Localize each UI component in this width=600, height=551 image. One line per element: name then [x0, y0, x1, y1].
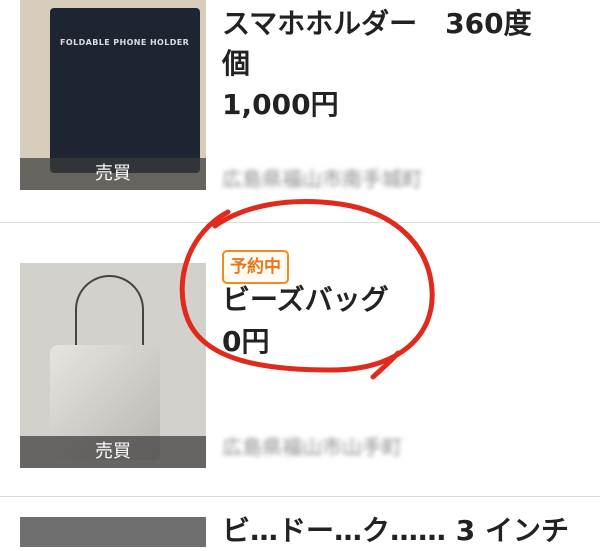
listing-price: 1,000円 — [222, 88, 339, 121]
listing-location: 広島県福山市山手町 — [222, 435, 402, 459]
listing-title[interactable]: ビーズバッグ — [222, 280, 389, 320]
listing-image[interactable] — [20, 517, 206, 547]
listing-title-continued[interactable]: 個 — [222, 44, 250, 84]
sale-type-tag: 売買 — [20, 158, 206, 190]
listing-price: 0円 — [222, 325, 270, 358]
listing-item-2[interactable]: 売買 予約中 ビーズバッグ 0円 広島県福山市山手町 — [0, 223, 600, 496]
listing-image[interactable]: FOLDABLE PHONE HOLDER 売買 — [20, 0, 206, 190]
listing-item-1[interactable]: FOLDABLE PHONE HOLDER 売買 スマホホルダー 360度 個 … — [0, 0, 600, 222]
listing-image[interactable]: 売買 — [20, 263, 206, 468]
reserved-badge: 予約中 — [222, 250, 289, 284]
listing-item-3[interactable]: ビ…ドー…ク…… 3 インチ — [0, 497, 600, 547]
sale-type-tag: 売買 — [20, 436, 206, 468]
listing-title[interactable]: スマホホルダー 360度 — [222, 4, 532, 44]
image-caption: FOLDABLE PHONE HOLDER — [60, 38, 190, 47]
listing-title[interactable]: ビ…ドー…ク…… 3 インチ — [222, 511, 569, 551]
phone-holder-box-image — [50, 8, 200, 173]
listing-location: 広島県福山市南手城町 — [222, 167, 422, 191]
